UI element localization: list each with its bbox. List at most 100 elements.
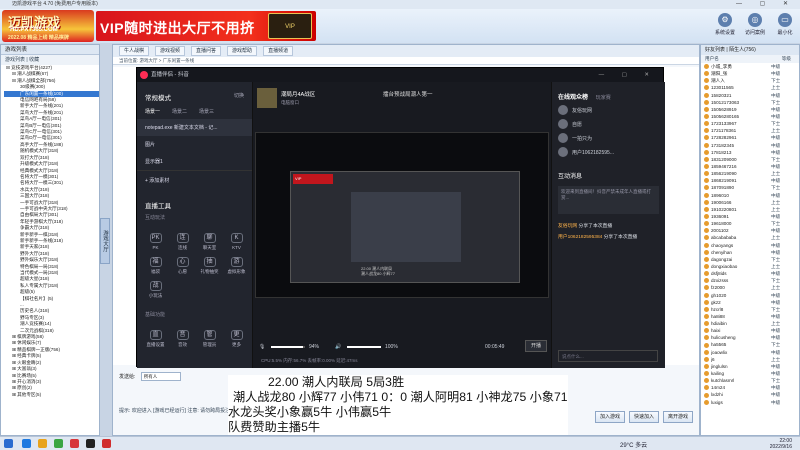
- user-row[interactable]: 1721178361 上士: [701, 127, 799, 134]
- user-row[interactable]: 1868219091 中级: [701, 177, 799, 184]
- speaker-volume-slider[interactable]: [347, 346, 381, 348]
- game-icon[interactable]: [102, 439, 111, 448]
- tool-button[interactable]: 连连线: [170, 233, 195, 251]
- user-row[interactable]: hzcrl8 下士: [701, 306, 799, 313]
- tool-button[interactable]: 管管理员: [197, 330, 222, 348]
- user-row[interactable]: lxdzhi 中级: [701, 391, 799, 398]
- user-row[interactable]: 19618000 下士: [701, 220, 799, 227]
- user-row[interactable]: dsfj8ids 中级: [701, 270, 799, 277]
- stream-window-controls[interactable]: — ▢ ✕: [599, 68, 657, 82]
- user-row[interactable]: chenyihan 中级: [701, 249, 799, 256]
- user-row[interactable]: hulicusheng 中级: [701, 334, 799, 341]
- user-row[interactable]: 187091890 下士: [701, 184, 799, 191]
- user-row[interactable]: 1936091 中级: [701, 213, 799, 220]
- viewer-item[interactable]: 友俗玩网: [552, 101, 665, 115]
- user-row[interactable]: 1856219090 上士: [701, 170, 799, 177]
- user-row[interactable]: dongxiaobao 上士: [701, 263, 799, 270]
- quick-join-button[interactable]: 快速加入: [629, 411, 659, 423]
- tool-button[interactable]: 更更多: [224, 330, 249, 348]
- app-icon[interactable]: [54, 439, 63, 448]
- user-row[interactable]: 15056280165 中级: [701, 113, 799, 120]
- user-row[interactable]: 潮人入 下士: [701, 77, 799, 84]
- user-row[interactable]: ha8i88 中级: [701, 313, 799, 320]
- user-row[interactable]: 19006166 上士: [701, 199, 799, 206]
- message-input[interactable]: 说点什么...: [558, 350, 658, 362]
- tool-button[interactable]: 抽礼物抽奖: [197, 257, 222, 275]
- user-row[interactable]: 1723133967 下士: [701, 120, 799, 127]
- edge-icon[interactable]: [22, 439, 31, 448]
- scene-tab-2[interactable]: 场景二: [172, 108, 187, 115]
- tool-button[interactable]: PK PK: [143, 233, 168, 251]
- settings-button[interactable]: ⚙ 系统设置: [710, 9, 740, 43]
- user-row[interactable]: 1728282961 中级: [701, 134, 799, 141]
- window-controls[interactable]: — ▢ ✕: [736, 0, 796, 9]
- tool-button[interactable]: 战小玩法: [143, 281, 168, 299]
- tool-button[interactable]: 游虚拟形象: [224, 257, 249, 275]
- user-row[interactable]: jinglulsn 中级: [701, 363, 799, 370]
- preview-canvas[interactable]: VIP 22.00 潮人内联局 潮人战龙80 小辉77: [255, 132, 549, 298]
- tool-button[interactable]: 心心愿: [170, 257, 195, 275]
- weather-widget[interactable]: 29°C 多云: [620, 440, 647, 449]
- user-list-header[interactable]: 好友列表 | 陌生人(756): [701, 45, 799, 55]
- mic-icon[interactable]: 🎙: [259, 340, 265, 354]
- user-list[interactable]: 小城_李勇 中级 潮阳_张 中级 潮人入 下士 123011565 上士 15820321 中级 1…: [701, 63, 799, 406]
- viewer-item[interactable]: 一拍只为: [552, 129, 665, 143]
- user-row[interactable]: kailing 中级: [701, 370, 799, 377]
- user-row[interactable]: abcabababa 上士: [701, 234, 799, 241]
- leave-game-button[interactable]: 离开游戏: [663, 411, 693, 423]
- mic-volume-slider[interactable]: [271, 346, 305, 348]
- add-source-button[interactable]: + 添加素材: [137, 170, 252, 190]
- douyin-icon[interactable]: [86, 439, 95, 448]
- tab-video[interactable]: 游戏视频: [155, 46, 186, 56]
- user-row[interactable]: 1910220801 上士: [701, 206, 799, 213]
- user-row[interactable]: 潮阳_张 中级: [701, 70, 799, 77]
- user-row[interactable]: joaowlix 中级: [701, 349, 799, 356]
- clock[interactable]: 22:00 2022/9/16: [770, 438, 792, 450]
- scene-tab-1[interactable]: 场景一: [145, 108, 160, 115]
- user-row[interactable]: j6 上士: [701, 356, 799, 363]
- viewer-item[interactable]: 用户1062182595...: [552, 143, 665, 157]
- audience-tab[interactable]: 玩家赛: [596, 95, 611, 101]
- go-live-button[interactable]: 开播: [525, 340, 547, 352]
- minimize-button[interactable]: ▭ 最小化: [770, 9, 800, 43]
- tool-button[interactable]: 音音效: [170, 330, 195, 348]
- chat-target-select[interactable]: 所有人: [140, 372, 181, 382]
- app-icon[interactable]: [70, 439, 79, 448]
- user-row[interactable]: 15820321 中级: [701, 92, 799, 99]
- switch-mode-button[interactable]: 切换: [234, 92, 244, 99]
- user-row[interactable]: 1505628919 中级: [701, 106, 799, 113]
- viewer-item[interactable]: 自愿: [552, 115, 665, 129]
- speaker-icon[interactable]: 🔊: [335, 340, 341, 354]
- scene-tab-3[interactable]: 场景三: [199, 108, 214, 115]
- tree-item[interactable]: ⊞ 其他专区(5): [4, 392, 99, 398]
- folder-icon[interactable]: [38, 439, 47, 448]
- user-row[interactable]: 2001102 中级: [701, 227, 799, 234]
- user-row[interactable]: 173182345 中级: [701, 142, 799, 149]
- tool-button[interactable]: 聊聊天室: [197, 233, 222, 251]
- tool-button[interactable]: 直直播设置: [143, 330, 168, 348]
- user-row[interactable]: ha5565 下士: [701, 341, 799, 348]
- user-row[interactable]: 1859467216 中级: [701, 163, 799, 170]
- user-row[interactable]: 1831209000 下士: [701, 156, 799, 163]
- user-row[interactable]: hdiaibin 上士: [701, 320, 799, 327]
- user-row[interactable]: 123011565 上士: [701, 84, 799, 91]
- tab-qa[interactable]: 直播问答: [191, 46, 222, 56]
- tab-chess[interactable]: 牛人战棋: [119, 46, 150, 56]
- tool-button[interactable]: 福福袋: [143, 257, 168, 275]
- game-hall-side-tab[interactable]: 游戏大厅: [100, 218, 110, 264]
- tab-live[interactable]: 直播频道: [263, 46, 294, 56]
- game-tree[interactable]: ⊟ 竞技游戏平台(4227) ⊟ 潮人战棋赛(67) ⊟ 潮人战棋全部(756) 30…: [1, 65, 99, 425]
- source-item[interactable]: 显示器1: [137, 153, 252, 170]
- user-row[interactable]: kutchlasmrl 下士: [701, 377, 799, 384]
- source-item[interactable]: 图片: [137, 136, 252, 153]
- user-row[interactable]: gkz2 中级: [701, 299, 799, 306]
- user-row[interactable]: 15012173063 下士: [701, 99, 799, 106]
- user-row[interactable]: fz2000 上士: [701, 284, 799, 291]
- user-row[interactable]: dagongzai 下士: [701, 256, 799, 263]
- score-overlay[interactable]: 22.00 潮人内联局 5局3胜 潮人战龙80 小辉77 小伟71 0：0 潮人…: [228, 375, 568, 435]
- user-row[interactable]: gh1020 中级: [701, 292, 799, 299]
- vip-banner[interactable]: VIP随时进出大厅不用挤 VIP: [96, 11, 316, 41]
- user-row[interactable]: 小城_李勇 中级: [701, 63, 799, 70]
- start-icon[interactable]: [4, 439, 13, 448]
- user-row[interactable]: luxigs 中级: [701, 399, 799, 406]
